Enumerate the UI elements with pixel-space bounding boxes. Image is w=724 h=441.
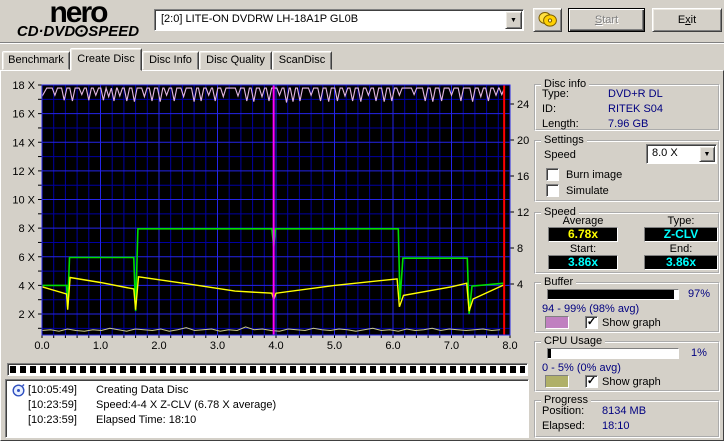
svg-text:8: 8	[517, 243, 523, 255]
svg-text:12 X: 12 X	[12, 166, 35, 178]
speed-setting-label: Speed	[544, 149, 576, 161]
cpu-group: CPU Usage 1% 0 - 5% (0% avg) ✓ Show grap…	[534, 335, 720, 392]
log-row: [10:23:59] Elapsed Time: 18:10	[28, 414, 197, 426]
tab-disc-info[interactable]: Disc Info	[142, 51, 199, 70]
burn-image-checkbox[interactable]	[546, 168, 559, 181]
disc-tool-button[interactable]	[533, 8, 562, 32]
progress-elapsed-label: Elapsed:	[542, 420, 585, 432]
burn-progress-fill	[10, 366, 525, 373]
exit-button[interactable]: Exit	[652, 8, 722, 32]
disc-type-value: DVD+R DL	[608, 88, 663, 100]
buffer-bar-fill	[548, 290, 675, 299]
buffer-show-graph-checkbox[interactable]: ✓	[585, 316, 598, 329]
svg-text:7.0: 7.0	[444, 340, 459, 352]
svg-text:5.0: 5.0	[327, 340, 342, 352]
tab-disc-quality[interactable]: Disc Quality	[199, 51, 272, 70]
speed-end-label: End:	[669, 243, 693, 255]
svg-text:1.0: 1.0	[93, 340, 108, 352]
buffer-percent: 97%	[688, 288, 711, 300]
nero-logo-subtext: CD·DVD SPEED	[16, 23, 140, 40]
progress-position-value: 8134 MB	[602, 405, 647, 417]
nero-logo: nero CD·DVD SPEED	[4, 0, 152, 40]
speed-select-value: 8.0 X	[652, 147, 678, 159]
cpu-show-graph-checkbox[interactable]: ✓	[585, 375, 598, 388]
settings-title: Settings	[541, 134, 587, 146]
progress-elapsed-value: 18:10	[602, 420, 630, 432]
nero-logo-text: nero	[49, 0, 108, 29]
svg-text:8 X: 8 X	[18, 223, 35, 235]
disc-type-label: Type:	[542, 88, 569, 100]
svg-text:10 X: 10 X	[12, 195, 35, 207]
disc-id-value: RITEK S04	[608, 103, 664, 115]
log-row: [10:05:49] Creating Data Disc	[6, 384, 528, 398]
svg-text:12: 12	[517, 207, 529, 219]
cpu-range-text: 0 - 5% (0% avg)	[542, 362, 621, 374]
burn-progress-strip	[7, 363, 528, 376]
svg-text:6.0: 6.0	[385, 340, 400, 352]
speed-type-value: Z-CLV	[644, 227, 718, 242]
burn-image-label: Burn image	[566, 169, 623, 181]
tab-create-disc[interactable]: Create Disc	[70, 48, 142, 71]
discs-icon	[538, 11, 558, 30]
speed-start-value: 3.86x	[548, 255, 618, 270]
drive-selector-value: [2:0] LITE-ON DVDRW LH-18A1P GL0B	[161, 13, 359, 25]
cpu-show-graph-label: Show graph	[602, 376, 661, 388]
buffer-range-text: 94 - 99% (98% avg)	[542, 303, 640, 315]
svg-text:4.0: 4.0	[268, 340, 283, 352]
svg-text:14 X: 14 X	[12, 137, 35, 149]
burn-status-icon	[12, 384, 25, 400]
svg-text:4 X: 4 X	[18, 280, 35, 292]
simulate-checkbox[interactable]	[546, 184, 559, 197]
progress-group: Progress Position: 8134 MB Elapsed: 18:1…	[534, 394, 720, 438]
progress-position-label: Position:	[542, 405, 585, 417]
drive-selector[interactable]: [2:0] LITE-ON DVDRW LH-18A1P GL0B ▼	[154, 9, 524, 31]
svg-text:3.0: 3.0	[210, 340, 225, 352]
speed-select-arrow[interactable]: ▼	[699, 146, 715, 162]
speed-average-label: Average	[562, 215, 604, 227]
svg-text:18 X: 18 X	[12, 80, 35, 92]
cpu-graph-swatch	[545, 375, 569, 388]
write-speed-chart: 18 X 16 X 14 X 12 X 10 X 8 X 6 X 4 X 2 X 0.0 1.0 2.…	[6, 75, 530, 360]
buffer-title: Buffer	[541, 276, 577, 288]
svg-text:4: 4	[517, 279, 523, 291]
svg-text:2.0: 2.0	[151, 340, 166, 352]
disc-length-label: Length:	[542, 118, 579, 130]
svg-text:20: 20	[517, 135, 529, 147]
log-row: [10:23:59] Speed:4-4 X Z-CLV (6.78 X ave…	[28, 399, 277, 411]
speed-start-label: Start:	[569, 243, 597, 255]
svg-text:6 X: 6 X	[18, 252, 35, 264]
drive-selector-arrow[interactable]: ▼	[505, 11, 522, 29]
toolbar-separator	[0, 42, 724, 44]
start-button[interactable]: Start	[568, 8, 645, 32]
disc-info-group: Disc info Type: DVD+R DL ID: RITEK S04 L…	[534, 78, 720, 131]
cpu-bar	[547, 348, 679, 359]
chart-canvas: 18 X 16 X 14 X 12 X 10 X 8 X 6 X 4 X 2 X 0.0 1.0 2.…	[12, 80, 529, 352]
tab-benchmark[interactable]: Benchmark	[2, 51, 70, 70]
speed-type-label: Type:	[667, 215, 695, 227]
disc-length-value: 7.96 GB	[608, 118, 649, 130]
speed-group: Speed Average Type: 6.78x Z-CLV Start: E…	[534, 206, 720, 274]
buffer-show-graph-label: Show graph	[602, 317, 661, 329]
svg-text:2 X: 2 X	[18, 309, 35, 321]
svg-text:0.0: 0.0	[34, 340, 49, 352]
log-box: [10:05:49] Creating Data Disc [10:23:59]…	[5, 379, 529, 438]
cpu-percent: 1%	[691, 347, 707, 359]
svg-text:24: 24	[517, 99, 529, 111]
disc-id-label: ID:	[542, 103, 557, 115]
tab-scandisc[interactable]: ScanDisc	[272, 51, 332, 70]
speed-select[interactable]: 8.0 X ▼	[646, 144, 717, 164]
buffer-graph-swatch	[545, 316, 569, 329]
simulate-label: Simulate	[566, 185, 609, 197]
buffer-bar	[547, 289, 679, 300]
cpu-title: CPU Usage	[541, 335, 606, 347]
speed-average-value: 6.78x	[548, 227, 618, 242]
svg-text:8.0: 8.0	[502, 340, 517, 352]
buffer-group: Buffer 97% 94 - 99% (98% avg) ✓ Show gra…	[534, 276, 720, 333]
settings-group: Settings Speed 8.0 X ▼ Burn image Simula…	[534, 134, 720, 202]
svg-text:16: 16	[517, 171, 529, 183]
disc-icon	[75, 23, 89, 40]
speed-end-value: 3.86x	[644, 255, 718, 270]
svg-text:16 X: 16 X	[12, 109, 35, 121]
cpu-bar-fill	[548, 349, 551, 358]
